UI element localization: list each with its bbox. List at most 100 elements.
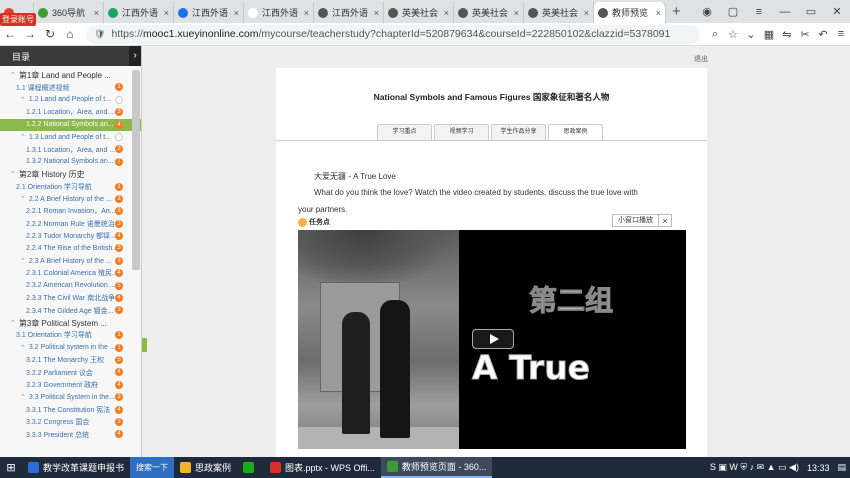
tab-close-icon[interactable]: × bbox=[304, 8, 309, 18]
sidebar-item[interactable]: 2.3.1 Colonial America 殖民... 4 bbox=[0, 267, 141, 279]
taskbar-app[interactable] bbox=[237, 457, 264, 478]
more-menu-icon[interactable]: ≡ bbox=[832, 28, 850, 40]
browser-tab[interactable]: 江西外语 × bbox=[314, 2, 384, 23]
account-icon[interactable]: ◉ bbox=[694, 5, 720, 18]
tab-close-icon[interactable]: × bbox=[584, 8, 589, 18]
sidebar-item[interactable]: 2.2.2 Norman Rule 诺曼统治 3 bbox=[0, 218, 141, 230]
sidebar-item[interactable]: 3.1 Orientation 学习导航 1 bbox=[0, 329, 141, 341]
sidebar-item[interactable]: 3.2.1 The Monarchy 王权 5 bbox=[0, 354, 141, 366]
collapse-caret-icon[interactable]: ⌃ bbox=[20, 96, 26, 104]
sidebar-item[interactable]: 3.3.1 The Constitution 宪法 4 bbox=[0, 404, 141, 416]
sidebar-item[interactable]: ⌃ 2.2 A Brief History of the ... 3 bbox=[0, 193, 141, 205]
browser-tab[interactable]: 360导航 × bbox=[34, 2, 104, 23]
collapse-caret-icon[interactable]: ⌃ bbox=[10, 170, 16, 178]
maximize-button[interactable]: ▭ bbox=[798, 5, 824, 18]
tray-icons[interactable]: S ▣ W ⛨ ♪ ✉ ▲ ▭ ◀) bbox=[710, 462, 799, 473]
sidebar-toggle-handle[interactable] bbox=[142, 338, 147, 352]
close-icon[interactable]: × bbox=[659, 216, 671, 226]
content-tab[interactable]: 视频学习 bbox=[434, 124, 489, 140]
apps-icon[interactable]: ▦ bbox=[760, 28, 778, 41]
video-player[interactable]: 第二组 A True bbox=[298, 230, 686, 449]
tab-close-icon[interactable]: × bbox=[164, 8, 169, 18]
collapse-caret-icon[interactable]: ⌃ bbox=[10, 71, 16, 79]
sidebar-item[interactable]: 3.2.2 Parliament 议会 4 bbox=[0, 366, 141, 378]
collapse-caret-icon[interactable]: ⌃ bbox=[20, 195, 26, 203]
sidebar-chapter[interactable]: ⌃ 第2章 History 历史 bbox=[0, 168, 141, 180]
extensions-icon[interactable]: ⇋ bbox=[778, 28, 796, 41]
sidebar-scrollbar[interactable] bbox=[132, 70, 140, 270]
collapse-caret-icon[interactable]: ⌃ bbox=[20, 344, 26, 352]
browser-tab[interactable]: 江西外语 × bbox=[244, 2, 314, 23]
taskbar-app[interactable]: 搜索一下 bbox=[130, 457, 175, 478]
browser-tab[interactable]: 江西外语 × bbox=[174, 2, 244, 23]
close-button[interactable]: ✕ bbox=[824, 5, 850, 18]
tab-close-icon[interactable]: × bbox=[234, 8, 239, 18]
sidebar-item[interactable]: 2.1 Orientation 学习导航 1 bbox=[0, 181, 141, 193]
content-tab[interactable]: 学生作品分享 bbox=[491, 124, 546, 140]
undo-icon[interactable]: ↶ bbox=[814, 28, 832, 41]
minimize-button[interactable]: — bbox=[772, 6, 798, 18]
forward-icon[interactable]: → bbox=[20, 27, 40, 41]
browser-tab[interactable]: 英美社会 × bbox=[524, 2, 594, 23]
play-button[interactable] bbox=[472, 329, 514, 349]
reload-icon[interactable]: ↻ bbox=[40, 27, 60, 41]
sidebar-item[interactable]: ⌃ 3.2 Political system in the ... 1 bbox=[0, 342, 141, 354]
login-badge[interactable]: 登录账号 bbox=[0, 13, 36, 26]
sidebar-item[interactable]: 3.3.2 Congress 国会 3 bbox=[0, 416, 141, 428]
sidebar-item[interactable]: 1.1 课程概述视频 1 bbox=[0, 81, 141, 93]
sidebar-item[interactable]: 2.2.4 The Rise of the British... 3 bbox=[0, 242, 141, 254]
collapse-caret-icon[interactable]: ⌃ bbox=[20, 133, 26, 141]
sidebar-item[interactable]: 2.3.4 The Gilded Age 镀金... 3 bbox=[0, 304, 141, 316]
sidebar-item[interactable]: ⌃ 3.3 Political System in the... 3 bbox=[0, 391, 141, 403]
taskbar-app[interactable]: 图表.pptx - WPS Offi... bbox=[264, 457, 381, 478]
tab-close-icon[interactable]: × bbox=[514, 8, 519, 18]
notification-icon[interactable]: ▤ bbox=[837, 462, 846, 473]
taskbar-app[interactable]: 教学改革课题申报书 bbox=[22, 457, 130, 478]
collapse-caret-icon[interactable]: ⌃ bbox=[20, 393, 26, 401]
mini-window-button[interactable]: 小窗口播放 × bbox=[612, 214, 672, 227]
sidebar-item[interactable]: ⌃ 1.2 Land and People of t... bbox=[0, 94, 141, 106]
content-tab[interactable]: 思政案例 bbox=[548, 124, 603, 141]
sidebar-item[interactable]: ⌃ 1.3 Land and People of t... bbox=[0, 131, 141, 143]
url-field[interactable]: 🛡 https://mooc1.xueyinonline.com/mycours… bbox=[86, 24, 700, 44]
sidebar-item[interactable]: 2.3.3 The Civil War 南北战争 4 bbox=[0, 292, 141, 304]
chevron-down-icon[interactable]: ⌄ bbox=[742, 28, 760, 41]
sidebar-item[interactable]: 1.3.2 National Symbols an... 7 bbox=[0, 156, 141, 168]
logout-link[interactable]: 退出 bbox=[694, 54, 708, 64]
collapse-caret-icon[interactable]: ⌃ bbox=[10, 319, 16, 327]
shop-icon[interactable]: ▢ bbox=[720, 5, 746, 18]
tab-close-icon[interactable]: × bbox=[444, 8, 449, 18]
taskbar-app[interactable]: 教师预览页面 - 360... bbox=[380, 457, 493, 478]
sidebar-item[interactable]: ⌃ 2.3 A Brief History of the ... 3 bbox=[0, 255, 141, 267]
sidebar-item[interactable]: 3.2.3 Government 政府 4 bbox=[0, 379, 141, 391]
clock[interactable]: 13:33 bbox=[807, 463, 830, 473]
star-icon[interactable]: ☆ bbox=[724, 28, 742, 41]
new-tab-button[interactable]: + bbox=[666, 2, 687, 23]
home-icon[interactable]: ⌂ bbox=[60, 27, 80, 41]
windows-start-icon[interactable]: ⊞ bbox=[0, 461, 22, 474]
tab-close-icon[interactable]: × bbox=[94, 8, 99, 18]
sidebar-item[interactable]: 2.2.1 Roman Invasion，An... 3 bbox=[0, 205, 141, 217]
search-icon[interactable]: ⌕ bbox=[706, 28, 724, 41]
browser-tab[interactable]: 英美社会 × bbox=[454, 2, 524, 23]
sidebar-item[interactable]: 2.3.2 American Revolution ... 5 bbox=[0, 280, 141, 292]
menu-icon[interactable]: ≡ bbox=[746, 6, 772, 18]
browser-tab[interactable]: 教师预览 × bbox=[594, 2, 666, 23]
sidebar-item[interactable]: 3.3.3 President 总统 4 bbox=[0, 428, 141, 440]
scissors-icon[interactable]: ✂ bbox=[796, 28, 814, 41]
collapse-caret-icon[interactable]: ⌃ bbox=[20, 257, 26, 265]
sidebar-item[interactable]: 1.2.1 Location，Area, and ... 3 bbox=[0, 106, 141, 118]
browser-tab[interactable]: 英美社会 × bbox=[384, 2, 454, 23]
sidebar-chapter[interactable]: ⌃ 第1章 Land and People ... bbox=[0, 69, 141, 81]
sidebar-item[interactable]: 1.3.1 Location，Area, and ... 3 bbox=[0, 143, 141, 155]
collapse-sidebar-button[interactable]: › bbox=[129, 46, 141, 66]
browser-tab[interactable]: 江西外语 × bbox=[104, 2, 174, 23]
back-icon[interactable]: ← bbox=[0, 27, 20, 41]
sidebar-item[interactable]: 2.2.3 Tudor Monarchy 都铎... 4 bbox=[0, 230, 141, 242]
tab-close-icon[interactable]: × bbox=[656, 8, 661, 18]
content-tab[interactable]: 学习重点 bbox=[377, 124, 432, 140]
taskbar-app[interactable]: 思政案例 bbox=[174, 457, 237, 478]
tab-close-icon[interactable]: × bbox=[374, 8, 379, 18]
sidebar-item[interactable]: 1.2.2 National Symbols an... 4 bbox=[0, 118, 141, 131]
sidebar-chapter[interactable]: ⌃ 第3章 Political System ... bbox=[0, 317, 141, 329]
